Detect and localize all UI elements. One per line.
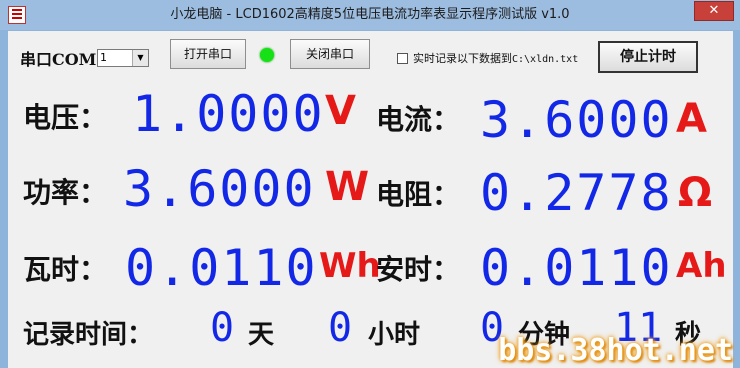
com-port-label: 串口COM [20, 50, 97, 69]
app-window: 小龙电脑 - LCD1602高精度5位电压电流功率表显示程序测试版 v1.0 ✕… [0, 0, 740, 368]
elapsed-days: 0 [210, 305, 235, 351]
current-value: 3.6000 [480, 91, 673, 149]
amp-hours-label: 安时： [376, 253, 461, 286]
amp-hours-unit: Ah [676, 246, 727, 286]
record-checkbox[interactable] [397, 53, 408, 64]
record-label-text: 实时记录以下数据到 [413, 52, 512, 65]
resistance-value: 0.2778 [480, 164, 673, 222]
window-close-button[interactable]: ✕ [694, 1, 734, 21]
elapsed-days-unit: 天 [248, 320, 275, 350]
watt-hours-value: 0.0110 [125, 239, 318, 297]
window-title: 小龙电脑 - LCD1602高精度5位电压电流功率表显示程序测试版 v1.0 [170, 7, 570, 22]
current-unit: A [676, 96, 707, 142]
resistance-label: 电阻： [376, 178, 461, 211]
power-unit: W [325, 164, 370, 210]
com-port-select[interactable]: 1 ▼ [97, 49, 149, 67]
com-port-value: 1 [100, 51, 107, 64]
close-port-button[interactable]: 关闭串口 [290, 39, 370, 69]
main-panel: 串口COM 1 ▼ 打开串口 关闭串口 实时记录以下数据到C:\xldn.txt… [8, 31, 733, 368]
power-value: 3.6000 [123, 160, 316, 218]
voltage-value: 1.0000 [132, 85, 325, 143]
amp-hours-value: 0.0110 [480, 239, 673, 297]
record-checkbox-label[interactable]: 实时记录以下数据到C:\xldn.txt [413, 50, 578, 66]
status-led-icon [260, 48, 274, 62]
voltage-label: 电压： [23, 101, 108, 134]
stop-timer-button[interactable]: 停止计时 [598, 41, 698, 73]
watermark: bbs.38hot.net [498, 333, 733, 368]
elapsed-hours-unit: 小时 [368, 320, 421, 350]
elapsed-hours: 0 [328, 305, 353, 351]
current-label: 电流： [376, 103, 461, 136]
elapsed-time-label: 记录时间： [23, 320, 154, 350]
voltage-unit: V [325, 88, 356, 134]
title-bar[interactable]: 小龙电脑 - LCD1602高精度5位电压电流功率表显示程序测试版 v1.0 ✕ [0, 0, 740, 30]
watt-hours-label: 瓦时： [23, 253, 108, 286]
watt-hours-unit: Wh [319, 246, 381, 286]
power-label: 功率： [23, 176, 108, 209]
record-path: C:\xldn.txt [512, 54, 579, 65]
chevron-down-icon[interactable]: ▼ [132, 50, 148, 66]
resistance-unit: Ω [678, 170, 713, 216]
open-port-button[interactable]: 打开串口 [170, 39, 246, 69]
